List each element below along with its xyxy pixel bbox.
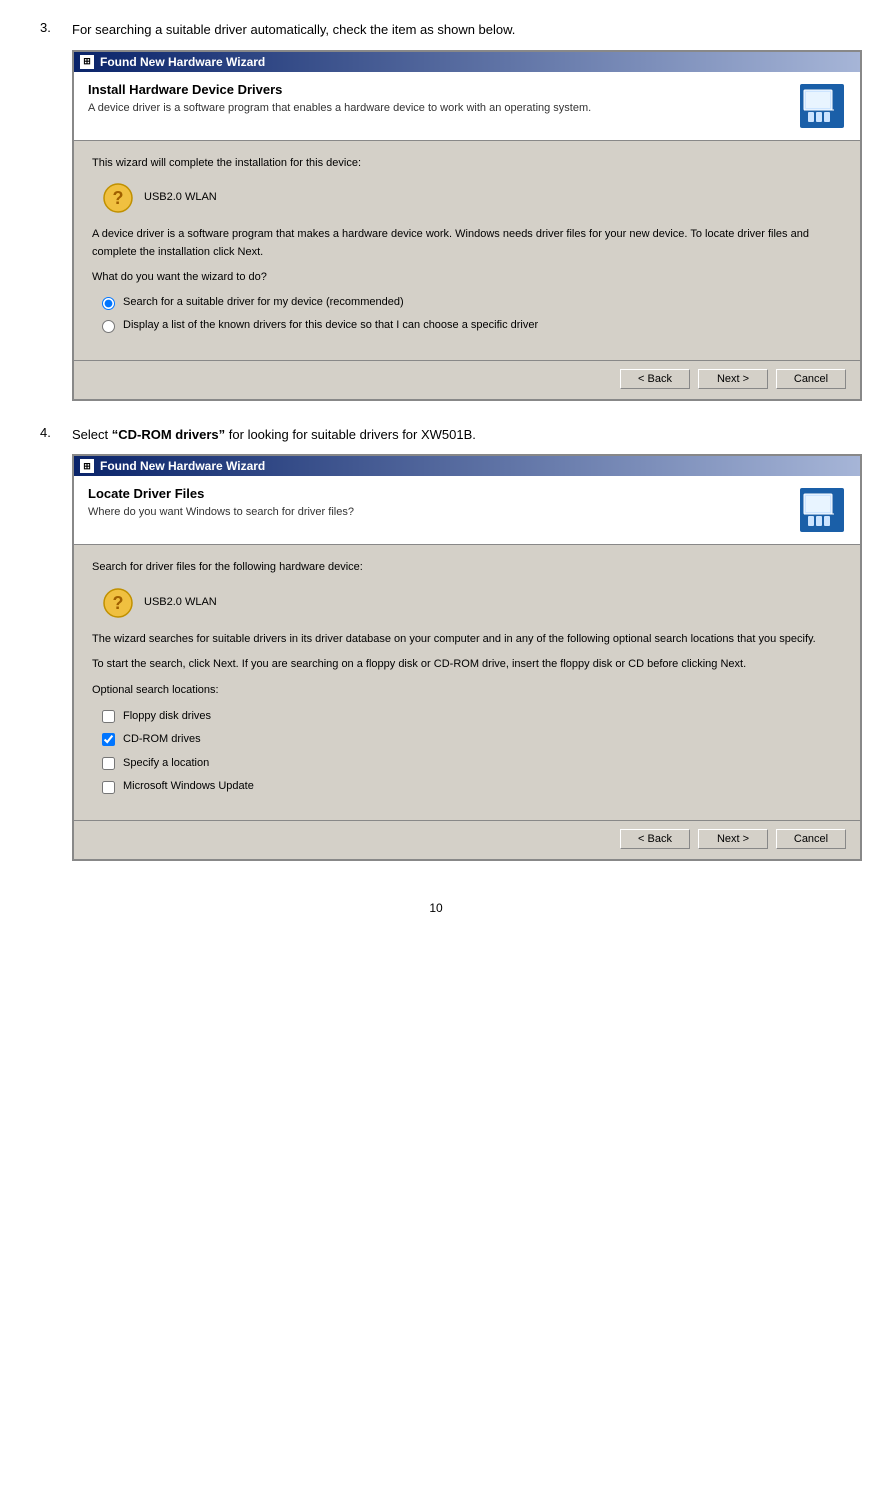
step4-container: 4. Select “CD-ROM drivers” for looking f… bbox=[40, 425, 832, 881]
dialog1-back-button[interactable]: < Back bbox=[620, 369, 690, 389]
dialog2-optional-label: Optional search locations: bbox=[92, 682, 842, 700]
step4-number: 4. bbox=[40, 425, 72, 881]
question-mark-icon-2: ? bbox=[102, 587, 134, 619]
dialog1-radio2-item: Display a list of the known drivers for … bbox=[102, 318, 842, 333]
dialog1-titlebar-icon: ⊞ bbox=[80, 55, 94, 69]
dialog1-radio2[interactable] bbox=[102, 320, 115, 333]
step3-description: For searching a suitable driver automati… bbox=[72, 20, 862, 40]
dialog2-header-icon bbox=[798, 486, 846, 534]
dialog2-next-button[interactable]: Next > bbox=[698, 829, 768, 849]
dialog2-body-text2: The wizard searches for suitable drivers… bbox=[92, 631, 842, 649]
dialog1-radio-group: Search for a suitable driver for my devi… bbox=[102, 295, 842, 334]
dialog1-header-icon bbox=[798, 82, 846, 130]
dialog2-checkbox1-label: Floppy disk drives bbox=[123, 708, 211, 726]
dialog2-checkbox4-item: Microsoft Windows Update bbox=[102, 778, 842, 796]
step4-description: Select “CD-ROM drivers” for looking for … bbox=[72, 425, 862, 445]
dialog2-header-title: Locate Driver Files bbox=[88, 486, 354, 501]
dialog2-header: Locate Driver Files Where do you want Wi… bbox=[74, 476, 860, 545]
dialog2-body-text1: Search for driver files for the followin… bbox=[92, 559, 842, 577]
dialog1-header-desc: A device driver is a software program th… bbox=[88, 101, 591, 116]
dialog1: ⊞ Found New Hardware Wizard Install Hard… bbox=[72, 50, 862, 401]
dialog1-device-name: USB2.0 WLAN bbox=[144, 189, 217, 207]
step4-desc-suffix: for looking for suitable drivers for XW5… bbox=[225, 427, 476, 442]
dialog1-radio2-label: Display a list of the known drivers for … bbox=[123, 318, 538, 333]
dialog1-body-text2: A device driver is a software program th… bbox=[92, 226, 842, 261]
dialog2-footer: < Back Next > Cancel bbox=[74, 820, 860, 859]
step3-number: 3. bbox=[40, 20, 72, 421]
dialog2-content: Search for driver files for the followin… bbox=[74, 545, 860, 812]
dialog2-checkbox4-label: Microsoft Windows Update bbox=[123, 778, 254, 796]
dialog1-footer: < Back Next > Cancel bbox=[74, 360, 860, 399]
dialog2-checkbox2-cdrom[interactable] bbox=[102, 733, 115, 746]
dialog2-titlebar-icon: ⊞ bbox=[80, 459, 94, 473]
dialog2-back-button[interactable]: < Back bbox=[620, 829, 690, 849]
dialog1-body: Install Hardware Device Drivers A device… bbox=[74, 72, 860, 399]
hardware-icon-2 bbox=[798, 486, 846, 534]
dialog2-checkbox3-location[interactable] bbox=[102, 757, 115, 770]
dialog1-header-title: Install Hardware Device Drivers bbox=[88, 82, 591, 97]
dialog1-radio1-label: Search for a suitable driver for my devi… bbox=[123, 295, 404, 310]
step4-desc-bold: “CD-ROM drivers” bbox=[112, 427, 225, 442]
step3-content: For searching a suitable driver automati… bbox=[72, 20, 862, 421]
dialog2-device-name: USB2.0 WLAN bbox=[144, 594, 217, 612]
dialog1-header: Install Hardware Device Drivers A device… bbox=[74, 72, 860, 141]
dialog2-cancel-button[interactable]: Cancel bbox=[776, 829, 846, 849]
dialog2-checkbox2-item: CD-ROM drives bbox=[102, 731, 842, 749]
step4-content: Select “CD-ROM drivers” for looking for … bbox=[72, 425, 862, 881]
svg-text:?: ? bbox=[113, 188, 124, 208]
dialog2-device-row: ? USB2.0 WLAN bbox=[102, 587, 842, 619]
question-mark-icon: ? bbox=[102, 182, 134, 214]
step4-desc-prefix: Select bbox=[72, 427, 112, 442]
dialog1-titlebar-text: Found New Hardware Wizard bbox=[100, 55, 265, 69]
dialog1-cancel-button[interactable]: Cancel bbox=[776, 369, 846, 389]
dialog2-checkbox4-windowsupdate[interactable] bbox=[102, 781, 115, 794]
dialog2-titlebar-text: Found New Hardware Wizard bbox=[100, 459, 265, 473]
dialog2-checkbox1-floppy[interactable] bbox=[102, 710, 115, 723]
dialog2: ⊞ Found New Hardware Wizard Locate Drive… bbox=[72, 454, 862, 861]
dialog1-content: This wizard will complete the installati… bbox=[74, 141, 860, 352]
dialog1-next-button[interactable]: Next > bbox=[698, 369, 768, 389]
dialog2-checkbox3-item: Specify a location bbox=[102, 755, 842, 773]
svg-text:?: ? bbox=[113, 593, 124, 613]
dialog1-device-row: ? USB2.0 WLAN bbox=[102, 182, 842, 214]
dialog1-titlebar: ⊞ Found New Hardware Wizard bbox=[74, 52, 860, 72]
dialog1-header-text: Install Hardware Device Drivers A device… bbox=[88, 82, 591, 116]
step3-container: 3. For searching a suitable driver autom… bbox=[40, 20, 832, 421]
dialog1-body-text3: What do you want the wizard to do? bbox=[92, 269, 842, 287]
dialog2-body-text3: To start the search, click Next. If you … bbox=[92, 656, 842, 674]
dialog2-header-desc: Where do you want Windows to search for … bbox=[88, 505, 354, 520]
hardware-icon bbox=[798, 82, 846, 130]
dialog2-checkbox2-label: CD-ROM drives bbox=[123, 731, 201, 749]
dialog2-header-text: Locate Driver Files Where do you want Wi… bbox=[88, 486, 354, 520]
dialog2-checkbox-group: Floppy disk drives CD-ROM drives Specify… bbox=[102, 708, 842, 796]
dialog2-checkbox1-item: Floppy disk drives bbox=[102, 708, 842, 726]
dialog1-radio1[interactable] bbox=[102, 297, 115, 310]
dialog1-radio1-item: Search for a suitable driver for my devi… bbox=[102, 295, 842, 310]
dialog1-body-text1: This wizard will complete the installati… bbox=[92, 155, 842, 173]
dialog2-titlebar: ⊞ Found New Hardware Wizard bbox=[74, 456, 860, 476]
dialog2-checkbox3-label: Specify a location bbox=[123, 755, 209, 773]
page-number: 10 bbox=[40, 901, 832, 915]
dialog2-body: Locate Driver Files Where do you want Wi… bbox=[74, 476, 860, 859]
